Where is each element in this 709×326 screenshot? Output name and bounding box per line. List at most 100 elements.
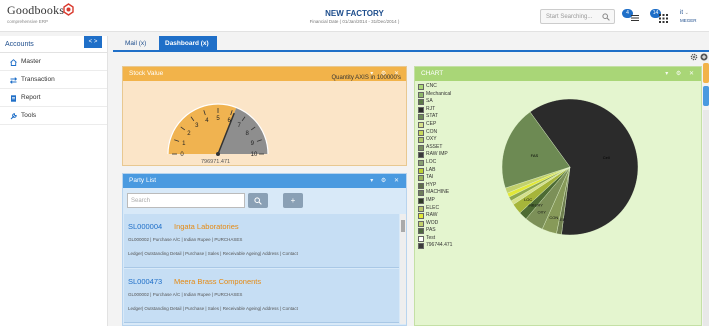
legend-label: PAS <box>426 227 436 234</box>
tab-label: Mail <box>125 40 137 47</box>
sidebar-item-tools[interactable]: Tools <box>0 107 107 125</box>
chart-legend: CNC Mechanical SA RJT STAT CEP CON OXY ASSET RAW … <box>418 83 452 250</box>
user-menu[interactable]: it ⌄ MEGER <box>680 10 697 23</box>
scrollbar-thumb[interactable] <box>401 220 405 232</box>
stock-gauge: 01234 5 678910 <box>167 103 269 158</box>
legend-entry[interactable]: CON <box>418 129 452 137</box>
sidebar-item-transaction[interactable]: Transaction <box>0 71 107 89</box>
pie-slice-label: LOC <box>524 197 532 202</box>
legend-swatch <box>418 99 424 106</box>
sidebar-toggle-button[interactable]: < > <box>84 36 102 48</box>
edge-tab-orange[interactable] <box>703 63 709 83</box>
party-name[interactable]: Meera Brass Components <box>174 277 261 286</box>
tab-label: Dashboard <box>165 40 199 47</box>
stock-value-panel: Stock Value ▾ ⚙ ✕ Quantity AXIS in 10000… <box>122 66 407 166</box>
legend-entry[interactable]: PAS <box>418 227 452 235</box>
legend-entry[interactable]: MACHINE <box>418 189 452 197</box>
sidebar-item-master[interactable]: Master <box>0 53 107 71</box>
legend-entry[interactable]: RJT <box>418 106 452 114</box>
legend-swatch <box>418 84 424 90</box>
legend-label: CON <box>426 128 438 135</box>
legend-label: CNC <box>426 83 437 89</box>
party-list-item[interactable]: SL000473 Meera Brass Components GL000002… <box>124 269 399 323</box>
legend-swatch <box>418 129 424 136</box>
search-placeholder: Start Searching... <box>546 14 593 20</box>
pie-chart: CellCEPCONOXYDANBURYLOCFAS <box>501 98 639 236</box>
settings-gear-icon[interactable] <box>690 53 698 61</box>
party-links[interactable]: Ledger| Outstanding Detail | Purchase | … <box>128 306 298 311</box>
legend-label: LAB <box>426 166 436 173</box>
global-search-input[interactable]: Start Searching... <box>540 9 615 24</box>
legend-label: CEP <box>426 120 437 127</box>
pie-slice-label: CON <box>549 215 558 220</box>
legend-entry[interactable]: ELEC <box>418 205 452 213</box>
quantity-note: Quantity AXIS in 100000's <box>331 75 401 81</box>
edge-tab-blue[interactable] <box>703 86 709 106</box>
search-icon[interactable] <box>602 13 610 21</box>
gauge-hub <box>216 152 220 156</box>
legend-label: WOD <box>426 219 439 226</box>
add-widget-icon[interactable] <box>700 53 708 61</box>
legend-label: MACHINE <box>426 189 450 196</box>
party-code[interactable]: SL000004 <box>128 222 162 231</box>
legend-entry[interactable]: OXY <box>418 136 452 144</box>
notification-alerts[interactable]: 4 <box>622 9 642 23</box>
legend-entry[interactable]: Test <box>418 235 452 243</box>
panel-header: Party List ▾ ⚙ ✕ <box>123 174 406 188</box>
party-list-panel: Party List ▾ ⚙ ✕ Search + SL000004 Ingat… <box>122 173 407 326</box>
panel-controls-icon[interactable]: ▾ ⚙ ✕ <box>665 67 697 81</box>
legend-entry[interactable]: LOC <box>418 159 452 167</box>
legend-entry[interactable]: CNC <box>418 83 452 91</box>
legend-entry[interactable]: TAI <box>418 174 452 182</box>
party-links[interactable]: Ledger| Outstanding Detail | Purchase | … <box>128 251 298 256</box>
legend-entry[interactable]: RAW <box>418 212 452 220</box>
party-name[interactable]: Ingata Laboratories <box>174 222 239 231</box>
panel-controls-icon[interactable]: ▾ ⚙ ✕ <box>370 174 402 188</box>
add-party-button[interactable]: + <box>283 193 303 208</box>
legend-entry[interactable]: STAT <box>418 113 452 121</box>
legend-swatch <box>418 182 424 189</box>
legend-entry[interactable]: SA <box>418 98 452 106</box>
legend-label: LOC <box>426 158 437 165</box>
chevron-down-icon: ⌄ <box>684 10 689 16</box>
tab-mail[interactable]: Mail (x) <box>119 36 152 52</box>
tools-icon <box>10 113 17 120</box>
legend-entry[interactable]: HYP <box>418 182 452 190</box>
panel-header: CHART ▾ ⚙ ✕ <box>415 67 701 81</box>
tab-close[interactable]: (x) <box>201 40 209 47</box>
tab-close[interactable]: (x) <box>139 40 147 47</box>
party-list-item[interactable]: SL000004 Ingata Laboratories GL000002 | … <box>124 214 399 268</box>
legend-swatch <box>418 159 424 166</box>
user-name: MEGER <box>680 18 697 23</box>
sidebar-item-report[interactable]: Report <box>0 89 107 107</box>
party-meta: GL000002 | Purchase A/C | Indian Rupee |… <box>128 292 243 297</box>
chart-panel: CHART ▾ ⚙ ✕ CNC Mechanical SA RJT STAT CEP CON… <box>414 66 702 326</box>
legend-label: STAT <box>426 113 439 120</box>
legend-entry[interactable]: RAW IMP <box>418 151 452 159</box>
legend-label: TAI <box>426 174 434 181</box>
user-initials: it ⌄ <box>680 10 689 16</box>
notification-apps[interactable]: 14 <box>650 9 670 23</box>
stock-total-value: 796971.471 <box>201 159 231 165</box>
legend-swatch <box>418 205 424 212</box>
legend-label: 796744.471 <box>426 242 453 249</box>
page-scrollbar[interactable] <box>703 110 709 326</box>
party-code[interactable]: SL000473 <box>128 277 162 286</box>
legend-entry[interactable]: ASSET <box>418 144 452 152</box>
panel-title: CHART <box>421 70 444 77</box>
legend-swatch <box>418 228 424 235</box>
legend-entry[interactable]: LAB <box>418 167 452 175</box>
legend-entry[interactable]: 796744.471 <box>418 242 452 250</box>
legend-entry[interactable]: IMP <box>418 197 452 205</box>
legend-label: RAW IMP <box>426 151 448 158</box>
party-list-scrollbar[interactable] <box>400 214 406 324</box>
sidebar-item-label: Transaction <box>21 76 55 83</box>
legend-label: HYP <box>426 181 437 188</box>
sidebar-item-label: Tools <box>21 112 37 119</box>
legend-entry[interactable]: WOD <box>418 220 452 228</box>
party-search-button[interactable] <box>248 193 268 208</box>
legend-entry[interactable]: CEP <box>418 121 452 129</box>
tab-dashboard[interactable]: Dashboard (x) <box>159 36 217 52</box>
legend-entry[interactable]: Mechanical <box>418 91 452 99</box>
party-search-input[interactable]: Search <box>127 193 245 208</box>
